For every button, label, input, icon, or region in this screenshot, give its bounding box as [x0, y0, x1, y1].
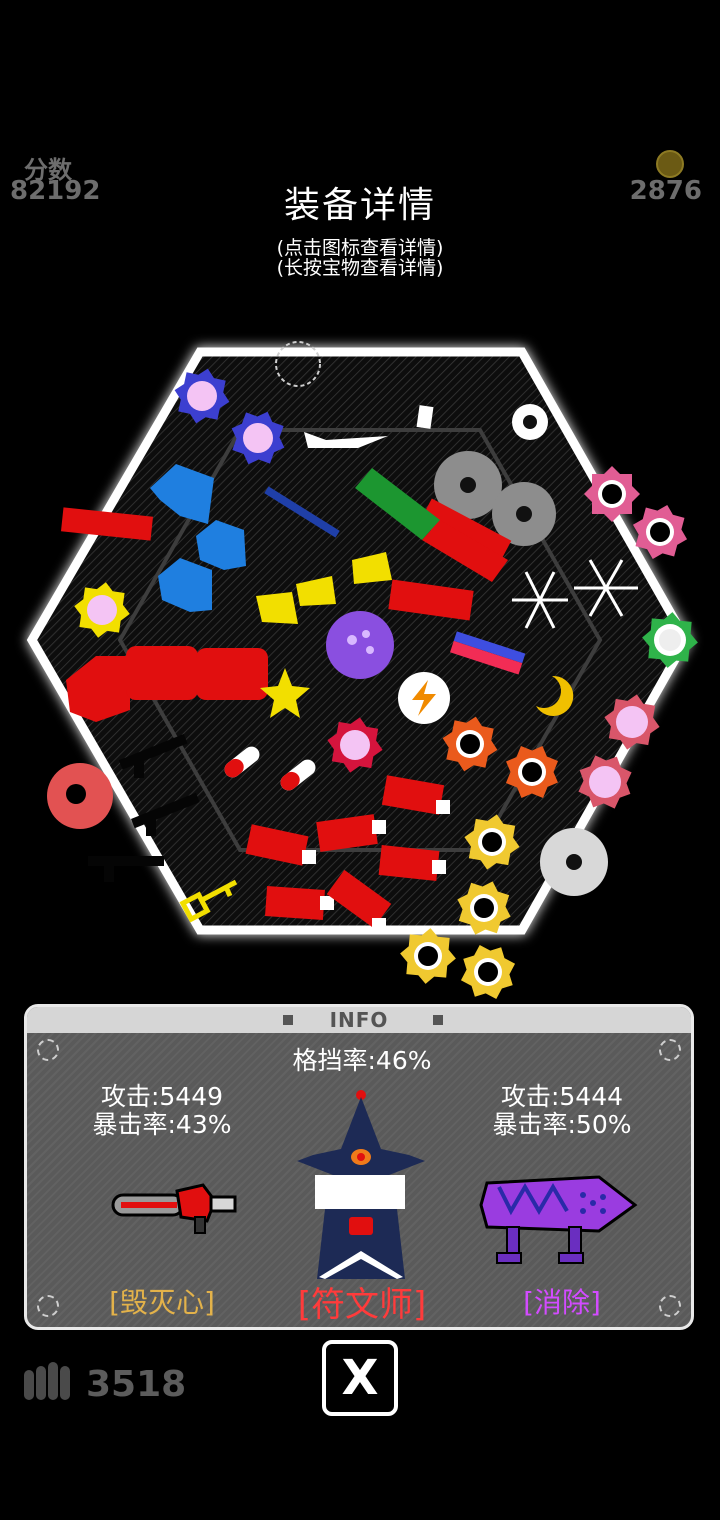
bubble-purple[interactable]: [326, 611, 394, 679]
equipment-board: [26, 341, 701, 1010]
ammo-value: 3518: [86, 1364, 187, 1405]
left-attack: 攻击:5449: [100, 1082, 224, 1111]
disc-red[interactable]: [47, 763, 113, 829]
runemaster-hero-icon[interactable]: [289, 1089, 433, 1279]
left-crit: 暴击率:43%: [92, 1110, 232, 1139]
right-attack: 攻击:5444: [500, 1082, 624, 1111]
lightning-orb[interactable]: [398, 672, 450, 724]
block-rate: 格挡率:46%: [292, 1046, 432, 1075]
gear-gold-4[interactable]: [450, 934, 526, 1010]
info-panel-title: INFO: [329, 1008, 389, 1032]
hero-name: [符文师]: [297, 1285, 427, 1325]
right-weapon-name: [消除]: [523, 1286, 601, 1319]
ammo-icon: [24, 1362, 70, 1400]
destroyer-heart-gun-icon[interactable]: [111, 1177, 239, 1237]
disc-lightgray[interactable]: [540, 828, 608, 896]
pistol-3[interactable]: [88, 856, 164, 882]
gear-pink-1[interactable]: [584, 466, 640, 522]
screw-icon: [37, 1295, 59, 1317]
gear-gold-3[interactable]: [397, 925, 459, 987]
info-panel-bar: INFO: [27, 1007, 691, 1033]
info-panel: INFO 格挡率:46% 攻击:5449 暴击率:43% 攻击:5444 暴击率…: [24, 1004, 694, 1330]
close-button[interactable]: X: [322, 1340, 398, 1416]
right-crit: 暴击率:50%: [492, 1110, 632, 1139]
close-label: X: [341, 1350, 379, 1406]
disc-white-small[interactable]: [512, 404, 548, 440]
screw-icon: [659, 1295, 681, 1317]
eliminate-beast-icon[interactable]: [479, 1167, 639, 1277]
